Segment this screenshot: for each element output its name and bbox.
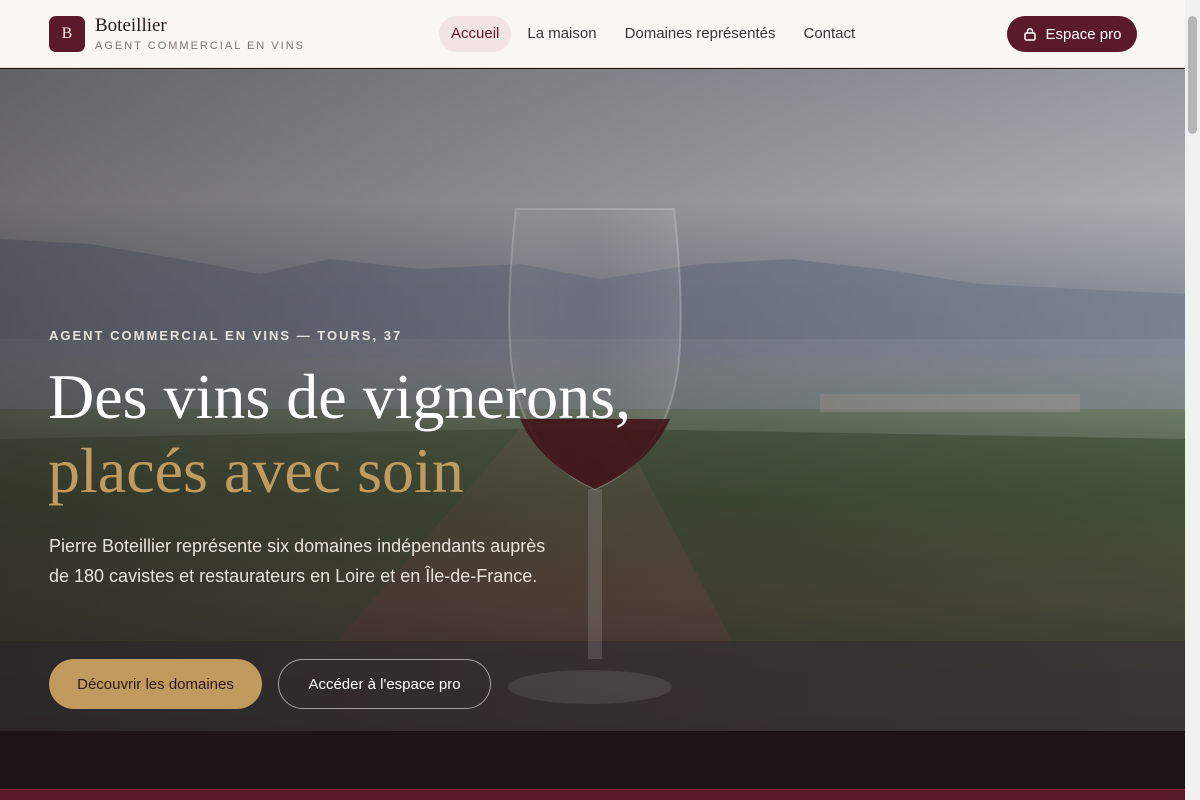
espace-pro-button[interactable]: Espace pro — [1007, 16, 1137, 52]
hero-title-line1: Des vins de vignerons, — [48, 361, 632, 432]
bottom-band — [0, 789, 1185, 800]
espace-pro-label: Espace pro — [1045, 25, 1122, 43]
lock-icon — [1023, 27, 1036, 41]
brand-name[interactable]: Boteillier — [95, 15, 167, 37]
hero-title-line2: placés avec soin — [48, 435, 464, 506]
scrollbar-thumb[interactable] — [1188, 16, 1197, 134]
site-header: B Boteillier AGENT COMMERCIAL EN VINS Ac… — [0, 0, 1185, 68]
logo[interactable]: B — [49, 16, 85, 52]
hero-lead: Pierre Boteillier représente six domaine… — [49, 536, 546, 586]
dark-section — [0, 731, 1185, 789]
brand-tagline: AGENT COMMERCIAL EN VINS — [95, 40, 305, 52]
hero-eyebrow: AGENT COMMERCIAL EN VINS — TOURS, 37 — [49, 328, 403, 343]
access-pro-space-button[interactable]: Accéder à l'espace pro — [278, 659, 491, 709]
nav-item-contact[interactable]: Contact — [792, 16, 868, 52]
nav-item-domaines[interactable]: Domaines représentés — [613, 16, 788, 52]
nav-item-accueil[interactable]: Accueil — [439, 16, 512, 52]
main-nav: Accueil La maison Domaines représentés C… — [439, 16, 871, 52]
nav-item-la-maison[interactable]: La maison — [515, 16, 608, 52]
discover-domains-button[interactable]: Découvrir les domaines — [49, 659, 262, 709]
